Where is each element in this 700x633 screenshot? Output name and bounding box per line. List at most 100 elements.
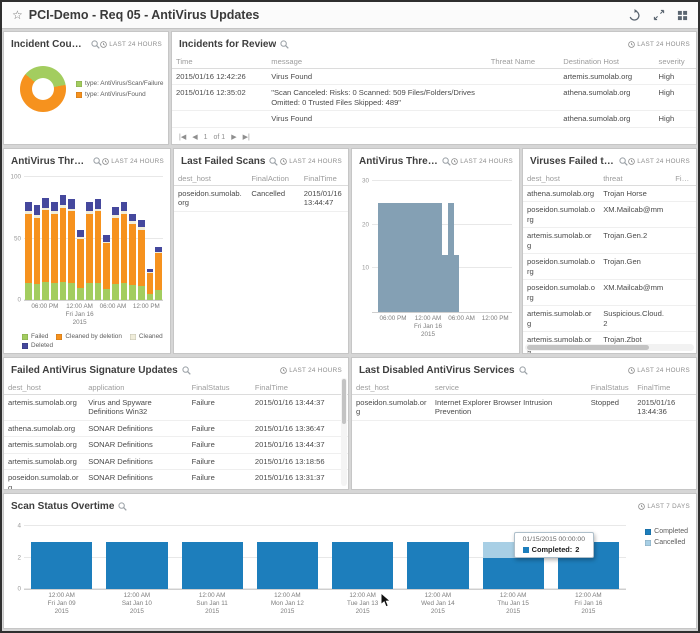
time-range-label[interactable]: LAST 24 HOURS xyxy=(280,158,342,165)
column-header[interactable]: message xyxy=(267,54,487,69)
magnifier-icon[interactable] xyxy=(91,40,100,49)
legend-item[interactable]: Cleaned xyxy=(130,333,163,340)
column-header[interactable]: FinalAction xyxy=(247,171,299,186)
table-cell: SONAR Definitions xyxy=(84,420,187,436)
table-row[interactable]: 2015/01/16 12:35:02"Scan Canceled: Risks… xyxy=(172,85,696,111)
bar[interactable] xyxy=(506,181,512,312)
grid-icon[interactable] xyxy=(677,10,688,21)
magnifier-icon[interactable] xyxy=(93,157,102,166)
last-page-button[interactable]: ▶| xyxy=(243,133,250,141)
column-header[interactable]: FinalStatus xyxy=(188,380,251,395)
bar[interactable] xyxy=(31,526,92,589)
column-header[interactable]: FinalTime xyxy=(251,380,348,395)
table-row[interactable]: Virus Foundathena.sumolab.orgHigh xyxy=(172,111,696,127)
table-row[interactable]: poseidon.sumolab.orgXM.Mailcab@mm xyxy=(523,280,696,306)
time-range-label[interactable]: LAST 24 HOURS xyxy=(628,367,690,374)
refresh-icon[interactable] xyxy=(628,9,641,22)
bar[interactable] xyxy=(95,177,102,300)
scrollbar-thumb[interactable] xyxy=(342,379,346,424)
column-header[interactable]: application xyxy=(84,380,187,395)
vertical-scrollbar[interactable] xyxy=(341,378,347,486)
bar[interactable] xyxy=(106,526,167,589)
bar[interactable] xyxy=(51,177,58,300)
bar[interactable] xyxy=(147,177,154,300)
legend-item[interactable]: type: AntiVirus/Found xyxy=(76,91,146,98)
time-range-label[interactable]: LAST 24 HOURS xyxy=(628,41,690,48)
time-range-label[interactable]: LAST 7 DAYS xyxy=(638,503,690,510)
first-page-button[interactable]: |◀ xyxy=(179,133,186,141)
bar[interactable] xyxy=(138,177,145,300)
legend-item[interactable]: Completed xyxy=(645,528,688,535)
column-header[interactable]: dest_host xyxy=(174,171,247,186)
bar[interactable] xyxy=(68,177,75,300)
time-range-label[interactable]: LAST 24 HOURS xyxy=(102,158,164,165)
expand-icon[interactable] xyxy=(653,9,665,21)
column-header[interactable]: service xyxy=(431,380,587,395)
time-range-label[interactable]: LAST 24 HOURS xyxy=(451,158,513,165)
bar[interactable] xyxy=(60,177,67,300)
column-header[interactable]: Destination Host xyxy=(559,54,654,69)
table-row[interactable]: poseidon.sumolab.orgInternet Explorer Br… xyxy=(352,395,696,421)
table-row[interactable]: poseidon.sumolab.orgSONAR DefinitionsFai… xyxy=(4,470,348,490)
scrollbar-thumb[interactable] xyxy=(527,345,649,350)
table-row[interactable]: athena.sumolab.orgSONAR DefinitionsFailu… xyxy=(4,420,348,436)
legend-item[interactable]: Cancelled xyxy=(645,539,685,546)
magnifier-icon[interactable] xyxy=(182,366,191,375)
column-header[interactable]: FinalTime xyxy=(300,171,348,186)
table-row[interactable]: poseidon.sumolab.orgXM.Mailcab@mm xyxy=(523,202,696,228)
table-row[interactable]: poseidon.sumolab.orgTrojan.Gen xyxy=(523,254,696,280)
magnifier-icon[interactable] xyxy=(269,157,278,166)
legend-item[interactable]: type: AntiVirus/Scan/Failure xyxy=(76,80,163,87)
magnifier-icon[interactable] xyxy=(280,40,289,49)
bar[interactable] xyxy=(112,177,119,300)
column-header[interactable]: dest_host xyxy=(523,171,599,186)
legend-item[interactable]: Failed xyxy=(22,333,48,340)
table-row[interactable]: artemis.sumolab.orgSONAR DefinitionsFail… xyxy=(4,453,348,469)
column-header[interactable]: FinalTime xyxy=(633,380,696,395)
column-header[interactable]: threat xyxy=(599,171,671,186)
column-header[interactable]: dest_host xyxy=(4,380,84,395)
table-row[interactable]: athena.sumolab.orgTrojan Horse xyxy=(523,186,696,202)
column-header[interactable]: FinalAct... xyxy=(671,171,696,186)
next-page-button[interactable]: ▶ xyxy=(231,133,236,141)
time-range-label[interactable]: LAST 24 HOURS xyxy=(280,367,342,374)
bar[interactable] xyxy=(257,526,318,589)
table-row[interactable]: artemis.sumolab.orgVirus and Spyware Def… xyxy=(4,395,348,421)
bar[interactable] xyxy=(332,526,393,589)
bar[interactable] xyxy=(25,177,32,300)
time-range-label[interactable]: LAST 24 HOURS xyxy=(628,158,690,165)
bar[interactable] xyxy=(155,177,162,300)
table-row[interactable]: 2015/01/16 12:42:26Virus Foundartemis.su… xyxy=(172,69,696,85)
bar[interactable] xyxy=(77,177,84,300)
column-header[interactable]: Time xyxy=(172,54,267,69)
bar[interactable] xyxy=(103,177,110,300)
column-header[interactable]: severity xyxy=(655,54,696,69)
table-cell xyxy=(487,85,559,111)
table-row[interactable]: artemis.sumolab.orgSuspicious.Cloud.2 xyxy=(523,306,696,332)
bar[interactable] xyxy=(129,177,136,300)
table-row[interactable]: artemis.sumolab.orgTrojan.Gen.2 xyxy=(523,228,696,254)
table-row[interactable]: artemis.sumolab.orgSONAR DefinitionsFail… xyxy=(4,437,348,453)
column-header[interactable]: dest_host xyxy=(352,380,431,395)
magnifier-icon[interactable] xyxy=(619,157,628,166)
legend-item[interactable]: Deleted xyxy=(22,342,53,349)
magnifier-icon[interactable] xyxy=(519,366,528,375)
magnifier-icon[interactable] xyxy=(442,157,451,166)
bar[interactable] xyxy=(182,526,243,589)
bar[interactable] xyxy=(42,177,49,300)
donut-ring[interactable] xyxy=(20,66,66,112)
column-header[interactable]: Threat Name xyxy=(487,54,559,69)
column-header[interactable]: FinalStatus xyxy=(587,380,634,395)
time-range-label[interactable]: LAST 24 HOURS xyxy=(100,41,162,48)
magnifier-icon[interactable] xyxy=(118,502,127,511)
bar[interactable] xyxy=(121,177,128,300)
legend-item[interactable]: Cleaned by deletion xyxy=(56,333,122,340)
bar[interactable] xyxy=(34,177,41,300)
bar[interactable] xyxy=(407,526,468,589)
favorite-star-icon[interactable]: ☆ xyxy=(12,9,23,21)
prev-page-button[interactable]: ◀ xyxy=(192,133,197,141)
bar[interactable] xyxy=(86,177,93,300)
table-cell xyxy=(671,280,696,306)
horizontal-scrollbar[interactable] xyxy=(525,344,694,351)
table-row[interactable]: poseidon.sumolab.orgCancelled2015/01/16 … xyxy=(174,186,348,212)
